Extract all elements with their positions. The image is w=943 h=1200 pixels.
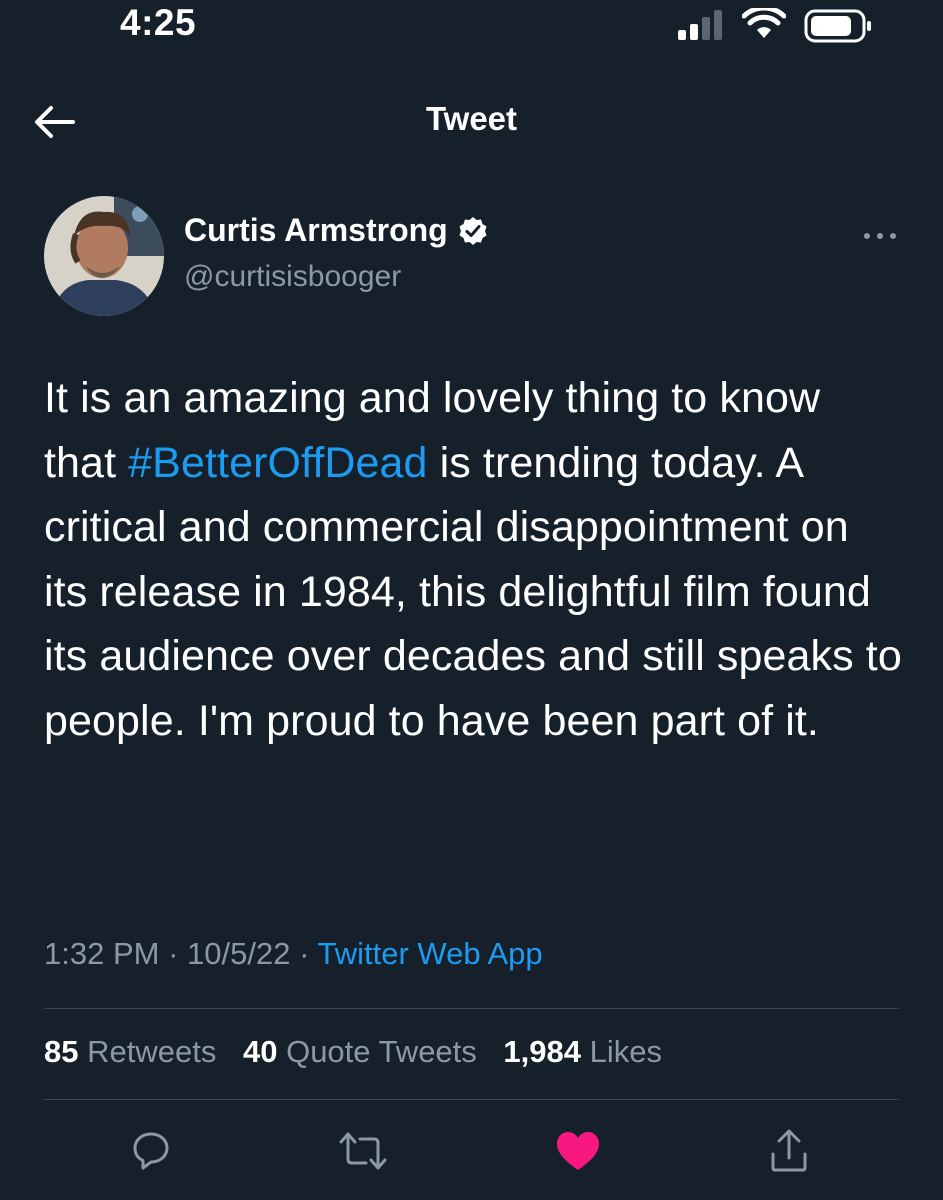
meta-separator: · <box>299 936 310 971</box>
author-name-row[interactable]: Curtis Armstrong <box>184 212 488 249</box>
tweet-meta: 1:32 PM · 10/5/22 · Twitter Web App <box>44 936 543 972</box>
wifi-icon <box>741 5 787 45</box>
battery-icon <box>804 9 874 48</box>
avatar[interactable] <box>44 196 164 316</box>
tweet-stats: 85 Retweets 40 Quote Tweets 1,984 Likes <box>44 1034 680 1070</box>
avatar-photo <box>44 196 164 316</box>
tweet-date[interactable]: 10/5/22 <box>187 936 290 971</box>
hashtag-link[interactable]: #BetterOffDead <box>128 439 427 487</box>
divider <box>44 1099 899 1100</box>
quote-tweets-count: 40 <box>242 1034 278 1069</box>
retweets-count: 85 <box>44 1034 79 1069</box>
tweet-time[interactable]: 1:32 PM <box>44 936 159 971</box>
retweet-button[interactable] <box>338 1126 388 1176</box>
quote-tweets-stat[interactable]: 40 Quote Tweets <box>243 1034 477 1069</box>
status-bar: 4:25 <box>0 0 943 50</box>
verified-badge-icon <box>458 216 488 246</box>
divider <box>44 1008 899 1009</box>
tweet-detail-screen: 4:25 Tweet Curtis Armstrong @curtisisboo… <box>0 0 943 1200</box>
share-icon <box>771 1129 807 1172</box>
meta-separator: · <box>168 936 179 971</box>
likes-stat[interactable]: 1,984 Likes <box>503 1034 662 1069</box>
like-button[interactable] <box>553 1126 603 1176</box>
reply-button[interactable] <box>126 1126 176 1176</box>
comment-icon <box>133 1132 169 1170</box>
nav-header: Tweet <box>0 80 943 160</box>
share-button[interactable] <box>764 1126 814 1176</box>
retweet-icon <box>339 1132 387 1170</box>
author-name[interactable]: Curtis Armstrong <box>184 212 448 249</box>
tweet-source-link[interactable]: Twitter Web App <box>317 936 542 971</box>
heart-icon <box>557 1132 599 1170</box>
retweets-label: Retweets <box>87 1034 217 1069</box>
likes-label: Likes <box>589 1034 662 1069</box>
more-icon[interactable] <box>862 226 898 246</box>
tweet-text: It is an amazing and lovely thing to kno… <box>44 366 904 753</box>
tweet-author: Curtis Armstrong @curtisisbooger <box>44 196 904 320</box>
quote-tweets-label: Quote Tweets <box>286 1034 477 1069</box>
cellular-signal-icon <box>678 10 728 47</box>
author-handle[interactable]: @curtisisbooger <box>184 260 401 294</box>
likes-count: 1,984 <box>503 1034 581 1069</box>
retweets-stat[interactable]: 85 Retweets <box>44 1034 216 1069</box>
page-title: Tweet <box>425 100 518 137</box>
status-time: 4:25 <box>120 2 197 43</box>
